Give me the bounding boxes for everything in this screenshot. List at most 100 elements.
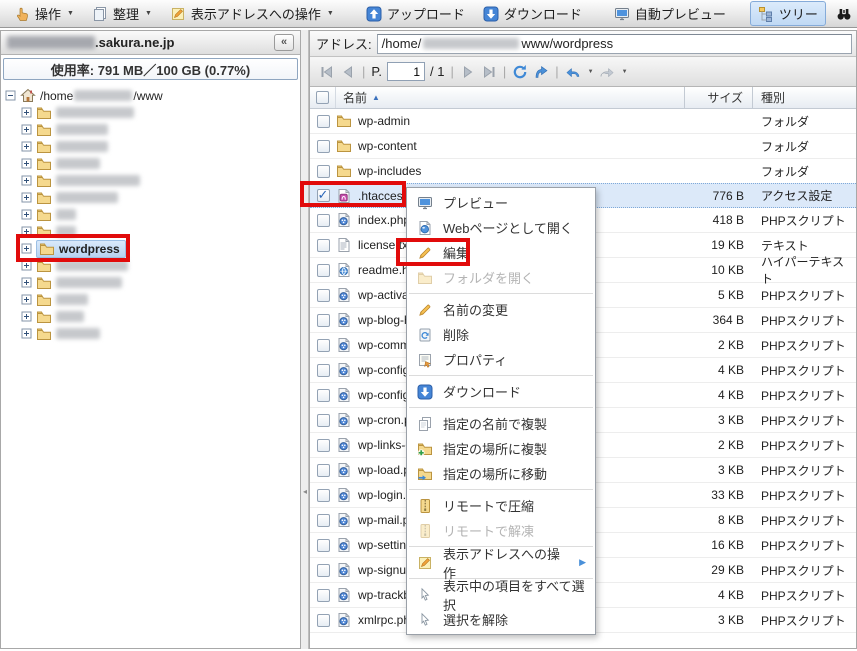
expand-expander-icon[interactable] xyxy=(21,328,32,339)
file-row-wp-content[interactable]: wp-contentフォルダ xyxy=(310,134,856,159)
tree-item-wordpress[interactable]: wordpress xyxy=(5,240,298,257)
copy-icon xyxy=(416,416,434,432)
expand-expander-icon[interactable] xyxy=(21,260,32,271)
column-header-type[interactable]: 種別 xyxy=(753,87,856,108)
panel-splitter[interactable]: ◂ xyxy=(301,30,309,649)
context-menu-item-rename[interactable]: 名前の変更 xyxy=(407,297,595,322)
toolbar-button-auto-preview[interactable]: 自動プレビュー xyxy=(606,1,734,26)
row-checkbox[interactable] xyxy=(317,189,330,202)
tree-item-blurred[interactable] xyxy=(5,138,298,155)
sidebar-header: .sakura.ne.jp « xyxy=(1,31,300,55)
page-number-input[interactable] xyxy=(387,62,425,81)
expand-expander-icon[interactable] xyxy=(21,158,32,169)
context-menu-item-copy-to-location[interactable]: 指定の場所に複製 xyxy=(407,436,595,461)
expand-expander-icon[interactable] xyxy=(21,243,32,254)
forward-button[interactable] xyxy=(599,64,615,80)
row-checkbox[interactable] xyxy=(317,539,330,552)
context-menu-item-move-to-location[interactable]: 指定の場所に移動 xyxy=(407,461,595,486)
row-checkbox[interactable] xyxy=(317,389,330,402)
back-button[interactable] xyxy=(565,64,581,80)
expand-expander-icon[interactable] xyxy=(21,124,32,135)
row-checkbox[interactable] xyxy=(317,589,330,602)
tree-item-root[interactable]: /home/www xyxy=(5,87,298,104)
icon-cell xyxy=(336,483,358,507)
column-header-name[interactable]: 名前 ▲ xyxy=(336,87,685,108)
address-input[interactable]: /home/ www/wordpress xyxy=(377,34,852,54)
row-checkbox[interactable] xyxy=(317,614,330,627)
tree-item-blurred[interactable] xyxy=(5,172,298,189)
first-page-button[interactable] xyxy=(319,64,335,80)
row-checkbox[interactable] xyxy=(317,364,330,377)
row-checkbox[interactable] xyxy=(317,115,330,128)
toolbar-button-upload[interactable]: アップロード xyxy=(358,1,473,26)
tree-item-blurred[interactable] xyxy=(5,223,298,240)
context-menu-item-properties[interactable]: プロパティ xyxy=(407,347,595,372)
file-type: PHPスクリプト xyxy=(753,583,856,607)
tree-item-blurred[interactable] xyxy=(5,155,298,172)
expand-expander-icon[interactable] xyxy=(21,209,32,220)
row-checkbox[interactable] xyxy=(317,514,330,527)
row-checkbox[interactable] xyxy=(317,414,330,427)
splitter-collapse-icon[interactable]: ◂ xyxy=(301,485,309,499)
row-checkbox[interactable] xyxy=(317,489,330,502)
context-menu-item-download[interactable]: ダウンロード xyxy=(407,379,595,404)
row-checkbox[interactable] xyxy=(317,239,330,252)
address-path-prefix: /home/ xyxy=(382,36,422,51)
toolbar-button-tree[interactable]: ツリー xyxy=(750,1,826,26)
row-checkbox[interactable] xyxy=(317,314,330,327)
row-checkbox[interactable] xyxy=(317,564,330,577)
expand-expander-icon[interactable] xyxy=(21,175,32,186)
row-checkbox[interactable] xyxy=(317,289,330,302)
file-row-wp-includes[interactable]: wp-includesフォルダ xyxy=(310,159,856,184)
row-checkbox[interactable] xyxy=(317,439,330,452)
context-menu-item-remote-compress[interactable]: リモートで圧縮 xyxy=(407,493,595,518)
tree-item-blurred[interactable] xyxy=(5,291,298,308)
row-checkbox[interactable] xyxy=(317,165,330,178)
column-header-size[interactable]: サイズ xyxy=(685,87,753,108)
tree-item-blurred[interactable] xyxy=(5,308,298,325)
tree-item-blurred[interactable] xyxy=(5,189,298,206)
back-dropdown-caret[interactable]: ▼ xyxy=(588,69,594,75)
forward-dropdown-caret[interactable]: ▼ xyxy=(622,69,628,75)
context-menu-item-select-all-visible[interactable]: 表示中の項目をすべて選択 xyxy=(407,582,595,607)
up-directory-button[interactable] xyxy=(533,64,549,80)
context-menu-item-delete[interactable]: 削除 xyxy=(407,322,595,347)
expand-expander-icon[interactable] xyxy=(21,107,32,118)
toolbar-button-organize[interactable]: 整理▼ xyxy=(84,1,160,26)
expand-expander-icon[interactable] xyxy=(21,277,32,288)
expand-expander-icon[interactable] xyxy=(21,294,32,305)
toolbar-button-operations[interactable]: 操作▼ xyxy=(6,1,82,26)
context-menu-item-address-operations[interactable]: 表示アドレスへの操作▶ xyxy=(407,550,595,575)
row-checkbox[interactable] xyxy=(317,464,330,477)
collapse-expander-icon[interactable] xyxy=(5,90,16,101)
row-checkbox[interactable] xyxy=(317,339,330,352)
toolbar-button-search[interactable]: 検索 xyxy=(828,1,857,26)
next-page-button[interactable] xyxy=(460,64,476,80)
expand-expander-icon[interactable] xyxy=(21,141,32,152)
file-row-wp-admin[interactable]: wp-adminフォルダ xyxy=(310,109,856,134)
last-page-button[interactable] xyxy=(481,64,497,80)
tree-item-blurred[interactable] xyxy=(5,325,298,342)
disk-usage-box: 使用率: 791 MB／100 GB (0.77%) xyxy=(3,58,298,80)
refresh-button[interactable] xyxy=(512,64,528,80)
prev-page-button[interactable] xyxy=(340,64,356,80)
toolbar-button-download[interactable]: ダウンロード xyxy=(475,1,590,26)
expand-expander-icon[interactable] xyxy=(21,192,32,203)
expand-expander-icon[interactable] xyxy=(21,226,32,237)
tree-item-blurred[interactable] xyxy=(5,206,298,223)
collapse-sidebar-button[interactable]: « xyxy=(274,34,294,51)
tree-item-blurred[interactable] xyxy=(5,121,298,138)
expand-expander-icon[interactable] xyxy=(21,311,32,322)
row-checkbox[interactable] xyxy=(317,214,330,227)
context-menu-item-edit[interactable]: 編集 xyxy=(407,240,595,265)
tree-item-blurred[interactable] xyxy=(5,104,298,121)
context-menu-item-preview[interactable]: プレビュー xyxy=(407,190,595,215)
toolbar-button-address-operations[interactable]: 表示アドレスへの操作▼ xyxy=(162,1,342,26)
tree-item-blurred[interactable] xyxy=(5,257,298,274)
context-menu-item-open-as-webpage[interactable]: Webページとして開く xyxy=(407,215,595,240)
context-menu-item-duplicate-with-name[interactable]: 指定の名前で複製 xyxy=(407,411,595,436)
row-checkbox[interactable] xyxy=(317,140,330,153)
row-checkbox[interactable] xyxy=(317,264,330,277)
select-all-checkbox[interactable] xyxy=(316,91,329,104)
tree-item-blurred[interactable] xyxy=(5,274,298,291)
